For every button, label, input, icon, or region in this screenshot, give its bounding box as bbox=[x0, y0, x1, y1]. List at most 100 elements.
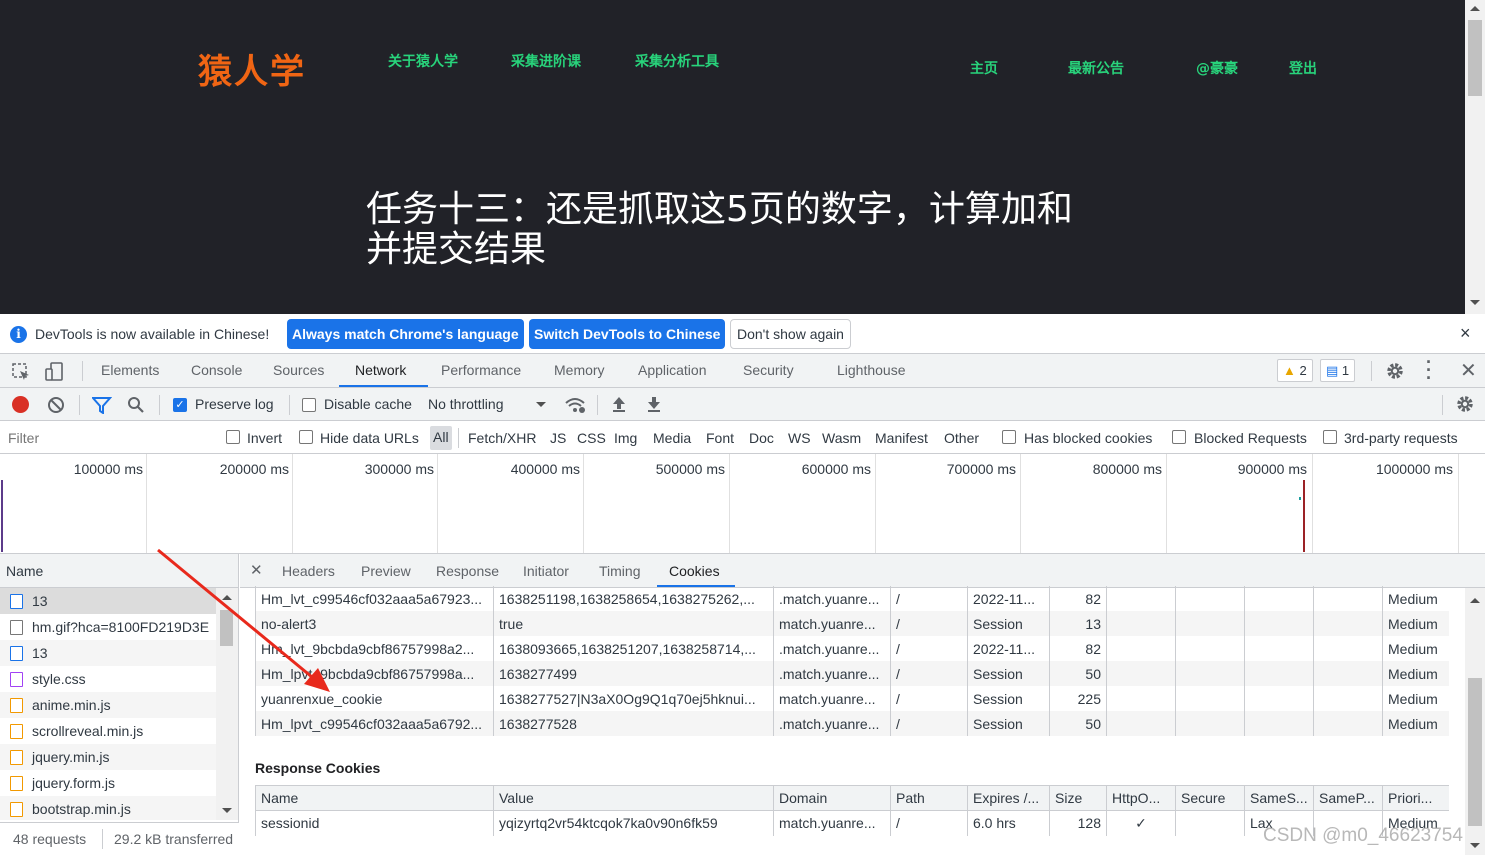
column-header-value[interactable]: Value bbox=[493, 785, 774, 811]
request-row[interactable]: jquery.min.js bbox=[0, 744, 216, 770]
tab-response[interactable]: Response bbox=[436, 563, 499, 579]
tab-lighthouse[interactable]: Lighthouse bbox=[837, 362, 906, 378]
cookie-row[interactable]: Hm_lvt_9bcbda9cbf86757998a2... 163809366… bbox=[255, 636, 1449, 661]
network-overview-timeline[interactable]: 100000 ms 200000 ms 300000 ms 400000 ms … bbox=[0, 454, 1485, 554]
more-options-icon[interactable]: · · · bbox=[1426, 353, 1432, 387]
preserve-log-checkbox[interactable]: ✓ bbox=[173, 398, 187, 412]
column-header-sameparty[interactable]: SameP... bbox=[1313, 785, 1383, 811]
tab-initiator[interactable]: Initiator bbox=[523, 563, 569, 579]
disable-cache-checkbox[interactable] bbox=[302, 398, 316, 412]
invert-checkbox[interactable] bbox=[226, 430, 240, 444]
close-devtools-icon[interactable]: ✕ bbox=[1460, 358, 1477, 383]
request-row[interactable]: 13 bbox=[0, 588, 216, 614]
third-party-checkbox[interactable] bbox=[1323, 430, 1337, 444]
throttling-dropdown-icon[interactable] bbox=[536, 402, 546, 407]
nav-tools[interactable]: 采集分析工具 bbox=[635, 51, 719, 71]
scroll-up-icon[interactable] bbox=[1470, 598, 1480, 603]
filter-type-media[interactable]: Media bbox=[653, 430, 691, 446]
filter-type-all[interactable]: All bbox=[430, 426, 452, 450]
nav-announcements[interactable]: 最新公告 bbox=[1068, 58, 1124, 78]
warnings-badge[interactable]: ▲ 2 bbox=[1277, 359, 1313, 382]
cookie-row[interactable]: Hm_lpvt_c99546cf032aaa5a6792... 16382775… bbox=[255, 711, 1449, 736]
dont-show-again-button[interactable]: Don't show again bbox=[730, 319, 851, 349]
import-har-icon[interactable] bbox=[611, 395, 627, 413]
filter-type-fetch-xhr[interactable]: Fetch/XHR bbox=[468, 430, 536, 446]
site-logo[interactable]: 猿人学 bbox=[198, 44, 306, 93]
request-row[interactable]: bootstrap.min.js bbox=[0, 796, 216, 820]
clear-icon[interactable] bbox=[47, 396, 65, 414]
has-blocked-cookies-checkbox[interactable] bbox=[1002, 430, 1016, 444]
device-toolbar-icon[interactable] bbox=[44, 361, 66, 383]
filter-type-other[interactable]: Other bbox=[944, 430, 979, 446]
request-row[interactable]: hm.gif?hca=8100FD219D3E bbox=[0, 614, 216, 640]
column-header-secure[interactable]: Secure bbox=[1175, 785, 1245, 811]
search-icon[interactable] bbox=[127, 396, 145, 414]
always-match-language-button[interactable]: Always match Chrome's language bbox=[287, 319, 524, 349]
cookie-row[interactable]: yuanrenxue_cookie 1638277527|N3aX0Og9Q1q… bbox=[255, 686, 1449, 711]
tab-preview[interactable]: Preview bbox=[361, 563, 411, 579]
column-header-size[interactable]: Size bbox=[1049, 785, 1107, 811]
column-header-domain[interactable]: Domain bbox=[773, 785, 891, 811]
request-row[interactable]: style.css bbox=[0, 666, 216, 692]
tab-timing[interactable]: Timing bbox=[599, 563, 641, 579]
nav-logout[interactable]: 登出 bbox=[1289, 58, 1317, 78]
scrollbar-thumb[interactable] bbox=[1468, 20, 1482, 96]
request-list-scrollbar[interactable] bbox=[216, 588, 238, 820]
tab-network[interactable]: Network bbox=[355, 362, 406, 378]
blocked-requests-checkbox[interactable] bbox=[1172, 430, 1186, 444]
page-scrollbar[interactable] bbox=[1465, 0, 1485, 314]
cookie-row[interactable]: Hm_lvt_c99546cf032aaa5a67923... 16382511… bbox=[255, 586, 1449, 611]
filter-type-wasm[interactable]: Wasm bbox=[822, 430, 861, 446]
column-header-priority[interactable]: Priori... bbox=[1382, 785, 1449, 811]
hide-data-urls-checkbox[interactable] bbox=[299, 430, 313, 444]
tab-performance[interactable]: Performance bbox=[441, 362, 521, 378]
close-infobar-icon[interactable]: × bbox=[1460, 323, 1471, 344]
filter-type-ws[interactable]: WS bbox=[788, 430, 811, 446]
network-conditions-icon[interactable] bbox=[564, 396, 586, 414]
detail-scrollbar[interactable] bbox=[1465, 588, 1485, 855]
tab-sources[interactable]: Sources bbox=[273, 362, 324, 378]
cookie-row[interactable]: Hm_lpvt_9bcbda9cbf86757998a... 163827749… bbox=[255, 661, 1449, 686]
tab-memory[interactable]: Memory bbox=[554, 362, 605, 378]
network-settings-gear-icon[interactable] bbox=[1455, 394, 1475, 414]
filter-type-manifest[interactable]: Manifest bbox=[875, 430, 928, 446]
scroll-down-icon[interactable] bbox=[1470, 843, 1480, 848]
tab-elements[interactable]: Elements bbox=[101, 362, 159, 378]
throttling-select[interactable]: No throttling bbox=[428, 396, 503, 412]
name-column-header[interactable]: Name bbox=[0, 554, 238, 588]
tab-application[interactable]: Application bbox=[638, 362, 707, 378]
filter-icon[interactable] bbox=[92, 396, 112, 414]
column-header-samesite[interactable]: SameS... bbox=[1244, 785, 1314, 811]
tab-headers[interactable]: Headers bbox=[282, 563, 335, 579]
messages-badge[interactable]: ▤ 1 bbox=[1320, 359, 1356, 382]
export-har-icon[interactable] bbox=[646, 395, 662, 413]
filter-type-font[interactable]: Font bbox=[706, 430, 734, 446]
inspect-element-icon[interactable] bbox=[11, 362, 31, 382]
request-row[interactable]: scrollreveal.min.js bbox=[0, 718, 216, 744]
scroll-up-icon[interactable] bbox=[222, 595, 232, 600]
scrollbar-thumb[interactable] bbox=[1468, 678, 1482, 826]
filter-type-css[interactable]: CSS bbox=[577, 430, 606, 446]
scroll-down-icon[interactable] bbox=[222, 808, 232, 813]
settings-gear-icon[interactable] bbox=[1385, 361, 1405, 381]
column-header-name[interactable]: Name bbox=[255, 785, 494, 811]
close-detail-icon[interactable]: ✕ bbox=[250, 561, 263, 579]
cookie-row[interactable]: no-alert3 true match.yuanre... / Session… bbox=[255, 611, 1449, 636]
record-icon[interactable] bbox=[12, 396, 29, 413]
request-row[interactable]: anime.min.js bbox=[0, 692, 216, 718]
nav-user[interactable]: @豪豪 bbox=[1196, 58, 1238, 78]
column-header-httponly[interactable]: HttpO... bbox=[1106, 785, 1176, 811]
request-row[interactable]: 13 bbox=[0, 640, 216, 666]
scroll-down-icon[interactable] bbox=[1470, 300, 1480, 305]
filter-type-js[interactable]: JS bbox=[550, 430, 566, 446]
switch-to-chinese-button[interactable]: Switch DevTools to Chinese bbox=[529, 319, 726, 349]
nav-course[interactable]: 采集进阶课 bbox=[511, 51, 581, 71]
request-row[interactable]: jquery.form.js bbox=[0, 770, 216, 796]
scroll-up-icon[interactable] bbox=[1470, 6, 1480, 11]
column-header-path[interactable]: Path bbox=[890, 785, 968, 811]
filter-type-doc[interactable]: Doc bbox=[749, 430, 774, 446]
nav-home[interactable]: 主页 bbox=[970, 58, 998, 78]
scrollbar-thumb[interactable] bbox=[220, 610, 233, 646]
tab-console[interactable]: Console bbox=[191, 362, 242, 378]
tab-security[interactable]: Security bbox=[743, 362, 794, 378]
